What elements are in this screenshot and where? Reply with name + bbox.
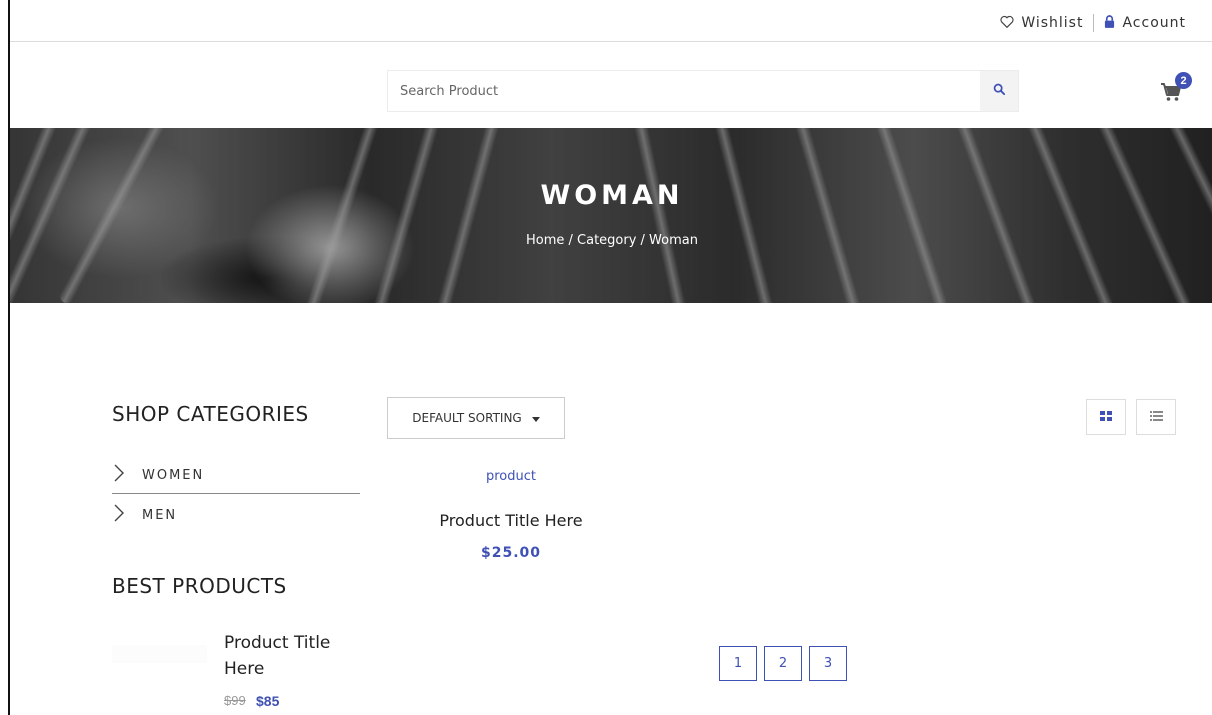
best-product-old-price: $99 [224, 693, 246, 708]
account-label: Account [1122, 15, 1186, 31]
best-product-thumbnail[interactable] [112, 645, 207, 663]
top-bar: Wishlist Account [10, 0, 1212, 42]
sidebar-item-label: WOMEN [142, 467, 205, 483]
page-button-1[interactable]: 1 [719, 646, 757, 681]
product-title[interactable]: Product Title Here [387, 511, 635, 530]
grid-view-button[interactable] [1086, 399, 1126, 435]
product-price: $25.00 [480, 545, 542, 561]
search-bar [387, 70, 1019, 112]
sort-label: DEFAULT SORTING [412, 411, 522, 425]
hero-banner: WOMAN Home / Category / Woman [10, 128, 1212, 303]
top-links: Wishlist Account [1000, 14, 1186, 32]
sidebar-item-women[interactable]: WOMEN [112, 456, 360, 494]
heart-outline-icon [1000, 15, 1014, 32]
search-button[interactable] [980, 71, 1018, 111]
sort-dropdown[interactable]: DEFAULT SORTING [387, 397, 565, 439]
page-title: WOMAN [540, 180, 684, 211]
pagination: 1 2 3 [719, 646, 847, 681]
hero-overlay [10, 128, 1212, 303]
category-divider [112, 493, 360, 494]
list-view-button[interactable] [1136, 399, 1176, 435]
page-button-3[interactable]: 3 [809, 646, 847, 681]
shop-categories-heading: SHOP CATEGORIES [112, 402, 309, 426]
breadcrumb: Home / Category / Woman [526, 233, 698, 248]
sidebar-item-men[interactable]: MEN [112, 496, 360, 534]
lock-icon [1104, 14, 1115, 32]
list-view-icon [1149, 408, 1163, 426]
product-category-link[interactable]: product [387, 469, 635, 484]
best-product-title[interactable]: Product Title Here [224, 630, 374, 682]
caret-down-icon [531, 411, 540, 425]
best-products-heading: BEST PRODUCTS [112, 574, 287, 598]
search-icon [993, 82, 1006, 100]
page-button-2[interactable]: 2 [764, 646, 802, 681]
cart-button[interactable]: 2 [1160, 72, 1192, 106]
top-links-divider [1093, 14, 1095, 32]
search-input[interactable] [388, 71, 980, 111]
wishlist-label: Wishlist [1021, 15, 1084, 31]
chevron-right-icon [112, 503, 126, 528]
account-link[interactable]: Account [1104, 14, 1186, 32]
sidebar-item-label: MEN [142, 507, 178, 523]
chevron-right-icon [112, 463, 126, 488]
best-product-price: $85 [256, 693, 280, 709]
grid-view-icon [1100, 408, 1112, 426]
page-frame: Wishlist Account 2 [8, 0, 1212, 715]
wishlist-link[interactable]: Wishlist [1000, 15, 1083, 32]
cart-count-badge: 2 [1175, 72, 1192, 89]
